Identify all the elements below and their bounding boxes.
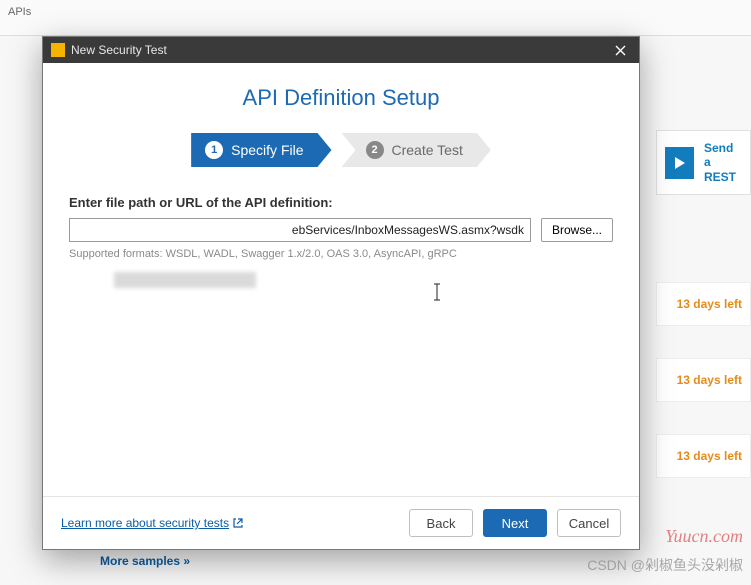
learn-more-link[interactable]: Learn more about security tests [61,516,243,530]
watermark-yuucn: Yuucn.com [665,526,743,547]
supported-formats-hint: Supported formats: WSDL, WADL, Swagger 1… [69,248,613,260]
cancel-button[interactable]: Cancel [557,509,621,537]
browse-button[interactable]: Browse... [541,218,613,242]
step-number-badge: 1 [205,141,223,159]
bg-days-left-badge: 13 days left [656,358,751,402]
bg-send-request-card[interactable]: Send a REST [656,130,751,195]
close-button[interactable] [609,39,631,61]
new-security-test-dialog: New Security Test API Definition Setup 1… [42,36,640,550]
bg-trial-days-group: 13 days left 13 days left 13 days left [656,282,751,478]
redacted-region [114,272,256,288]
text-cursor-icon [429,282,445,302]
wizard-buttons: Back Next Cancel [409,509,621,537]
background-topbar: APIs [0,0,751,36]
watermark-csdn: CSDN @剁椒鱼头没剁椒 [587,555,743,575]
background-right-panel: Send a REST 13 days left 13 days left 13… [656,130,751,478]
wizard-steps: 1 Specify File 2 Create Test [69,133,613,167]
app-icon [51,43,65,57]
external-link-icon [233,518,243,528]
step-specify-file[interactable]: 1 Specify File [191,133,331,167]
file-path-input[interactable] [69,218,531,242]
back-button[interactable]: Back [409,509,473,537]
play-icon [665,147,694,179]
step-label: Create Test [392,142,463,158]
dialog-titlebar: New Security Test [43,37,639,63]
dialog-footer: Learn more about security tests Back Nex… [43,496,639,549]
step-create-test[interactable]: 2 Create Test [342,133,491,167]
bg-days-left-badge: 13 days left [656,282,751,326]
bg-days-left-badge: 13 days left [656,434,751,478]
file-path-label: Enter file path or URL of the API defini… [69,195,613,210]
bg-send-text: Send a REST [704,141,742,184]
step-label: Specify File [231,142,303,158]
dialog-content: API Definition Setup 1 Specify File 2 Cr… [43,63,639,496]
more-samples-link[interactable]: More samples » [100,554,190,568]
topbar-fragment: APIs [8,6,31,18]
next-button[interactable]: Next [483,509,547,537]
dialog-title: New Security Test [71,43,167,57]
step-number-badge: 2 [366,141,384,159]
close-icon [615,45,626,56]
page-title: API Definition Setup [69,85,613,111]
